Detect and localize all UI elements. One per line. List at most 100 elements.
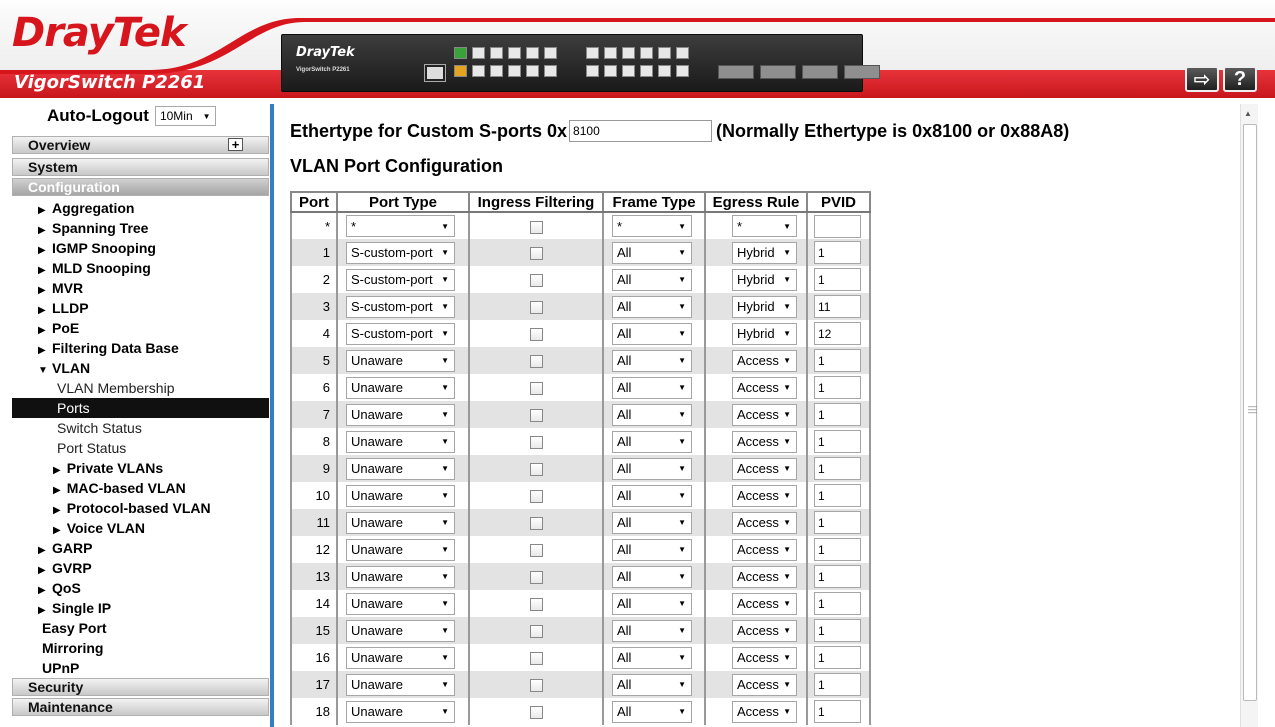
ingress-filtering-checkbox[interactable] — [529, 625, 543, 639]
nav-vlan[interactable]: ▼ VLAN — [38, 358, 90, 378]
pvid-input[interactable] — [814, 295, 861, 318]
frame-type-select[interactable]: All ▼ — [612, 673, 692, 696]
egress-rule-select[interactable]: Hybrid ▼ — [732, 295, 797, 318]
frame-type-select[interactable]: All ▼ — [612, 511, 692, 534]
pvid-input[interactable] — [814, 538, 861, 561]
nav-group-overview[interactable]: Overview + — [12, 136, 269, 154]
pvid-input[interactable] — [814, 673, 861, 696]
ingress-filtering-checkbox[interactable] — [529, 328, 543, 342]
frame-type-select[interactable]: All ▼ — [612, 592, 692, 615]
port-type-select[interactable]: Unaware ▼ — [346, 457, 455, 480]
port-type-select[interactable]: S-custom-port ▼ — [346, 322, 455, 345]
port-type-select[interactable]: Unaware ▼ — [346, 673, 455, 696]
nav-mvr[interactable]: ▶ MVR — [38, 278, 83, 298]
port-type-select[interactable]: Unaware ▼ — [346, 349, 455, 372]
egress-rule-select[interactable]: Hybrid ▼ — [732, 241, 797, 264]
ingress-filtering-checkbox[interactable] — [529, 463, 543, 477]
port-type-select[interactable]: Unaware ▼ — [346, 484, 455, 507]
ingress-filtering-checkbox[interactable] — [529, 220, 543, 234]
nav-aggregation[interactable]: ▶ Aggregation — [38, 198, 134, 218]
frame-type-select[interactable]: All ▼ — [612, 538, 692, 561]
ingress-filtering-checkbox[interactable] — [529, 436, 543, 450]
egress-rule-select[interactable]: Access ▼ — [732, 349, 797, 372]
port-type-select[interactable]: Unaware ▼ — [346, 619, 455, 642]
nav-mld-snooping[interactable]: ▶ MLD Snooping — [38, 258, 151, 278]
ingress-filtering-checkbox[interactable] — [529, 679, 543, 693]
ingress-filtering-checkbox[interactable] — [529, 409, 543, 423]
nav-group-maintenance[interactable]: Maintenance — [12, 698, 269, 716]
pvid-input[interactable] — [814, 565, 861, 588]
egress-rule-select[interactable]: * ▼ — [732, 215, 797, 237]
egress-rule-select[interactable]: Hybrid ▼ — [732, 322, 797, 345]
pvid-input[interactable] — [814, 619, 861, 642]
port-type-select[interactable]: S-custom-port ▼ — [346, 295, 455, 318]
egress-rule-select[interactable]: Access ▼ — [732, 700, 797, 723]
ingress-filtering-checkbox[interactable] — [529, 301, 543, 315]
egress-rule-select[interactable]: Access ▼ — [732, 592, 797, 615]
pvid-input[interactable] — [814, 484, 861, 507]
port-type-select[interactable]: Unaware ▼ — [346, 538, 455, 561]
egress-rule-select[interactable]: Access ▼ — [732, 538, 797, 561]
nav-private-vlans[interactable]: ▶ Private VLANs — [53, 458, 163, 478]
nav-ports-selected[interactable]: Ports — [12, 398, 269, 418]
nav-filtering-data-base[interactable]: ▶ Filtering Data Base — [38, 338, 179, 358]
egress-rule-select[interactable]: Access ▼ — [732, 565, 797, 588]
pvid-input[interactable] — [814, 214, 861, 238]
frame-type-select[interactable]: All ▼ — [612, 565, 692, 588]
logout-button[interactable]: ⇨ — [1185, 66, 1219, 92]
pvid-input[interactable] — [814, 322, 861, 345]
port-type-select[interactable]: S-custom-port ▼ — [346, 268, 455, 291]
port-type-select[interactable]: Unaware ▼ — [346, 403, 455, 426]
pvid-input[interactable] — [814, 700, 861, 723]
nav-spanning-tree[interactable]: ▶ Spanning Tree — [38, 218, 148, 238]
nav-garp[interactable]: ▶ GARP — [38, 538, 92, 558]
port-type-select[interactable]: Unaware ▼ — [346, 700, 455, 723]
pvid-input[interactable] — [814, 268, 861, 291]
frame-type-select[interactable]: All ▼ — [612, 619, 692, 642]
scrollbar-thumb[interactable]: — — — — [1243, 124, 1257, 701]
nav-easy-port[interactable]: Easy Port — [42, 618, 107, 638]
egress-rule-select[interactable]: Access ▼ — [732, 376, 797, 399]
page-scrollbar[interactable]: ▲ — — — — [1240, 104, 1258, 727]
frame-type-select[interactable]: All ▼ — [612, 241, 692, 264]
nav-qos[interactable]: ▶ QoS — [38, 578, 81, 598]
egress-rule-select[interactable]: Access ▼ — [732, 511, 797, 534]
port-type-select[interactable]: S-custom-port ▼ — [346, 241, 455, 264]
nav-single-ip[interactable]: ▶ Single IP — [38, 598, 111, 618]
ingress-filtering-checkbox[interactable] — [529, 490, 543, 504]
pvid-input[interactable] — [814, 592, 861, 615]
ingress-filtering-checkbox[interactable] — [529, 355, 543, 369]
frame-type-select[interactable]: All ▼ — [612, 430, 692, 453]
egress-rule-select[interactable]: Access ▼ — [732, 619, 797, 642]
pvid-input[interactable] — [814, 646, 861, 669]
port-type-select[interactable]: * ▼ — [346, 215, 455, 237]
frame-type-select[interactable]: All ▼ — [612, 322, 692, 345]
egress-rule-select[interactable]: Access ▼ — [732, 673, 797, 696]
pvid-input[interactable] — [814, 457, 861, 480]
frame-type-select[interactable]: All ▼ — [612, 295, 692, 318]
ingress-filtering-checkbox[interactable] — [529, 517, 543, 531]
nav-gvrp[interactable]: ▶ GVRP — [38, 558, 92, 578]
frame-type-select[interactable]: All ▼ — [612, 376, 692, 399]
port-type-select[interactable]: Unaware ▼ — [346, 646, 455, 669]
scroll-up-icon[interactable]: ▲ — [1244, 109, 1252, 118]
nav-voice-vlan[interactable]: ▶ Voice VLAN — [53, 518, 145, 538]
egress-rule-select[interactable]: Hybrid ▼ — [732, 268, 797, 291]
autologout-select[interactable]: 10Min ▼ — [154, 106, 216, 126]
ingress-filtering-checkbox[interactable] — [529, 706, 543, 720]
frame-type-select[interactable]: All ▼ — [612, 700, 692, 723]
frame-type-select[interactable]: All ▼ — [612, 457, 692, 480]
nav-group-configuration[interactable]: Configuration — [12, 178, 269, 196]
port-type-select[interactable]: Unaware ▼ — [346, 376, 455, 399]
pvid-input[interactable] — [814, 349, 861, 372]
pvid-input[interactable] — [814, 430, 861, 453]
nav-upnp[interactable]: UPnP — [42, 658, 79, 678]
ethertype-input[interactable] — [569, 120, 713, 142]
ingress-filtering-checkbox[interactable] — [529, 544, 543, 558]
nav-vlan-membership[interactable]: VLAN Membership — [57, 378, 175, 398]
nav-switch-status[interactable]: Switch Status — [57, 418, 142, 438]
port-type-select[interactable]: Unaware ▼ — [346, 511, 455, 534]
ingress-filtering-checkbox[interactable] — [529, 598, 543, 612]
egress-rule-select[interactable]: Access ▼ — [732, 430, 797, 453]
pvid-input[interactable] — [814, 376, 861, 399]
